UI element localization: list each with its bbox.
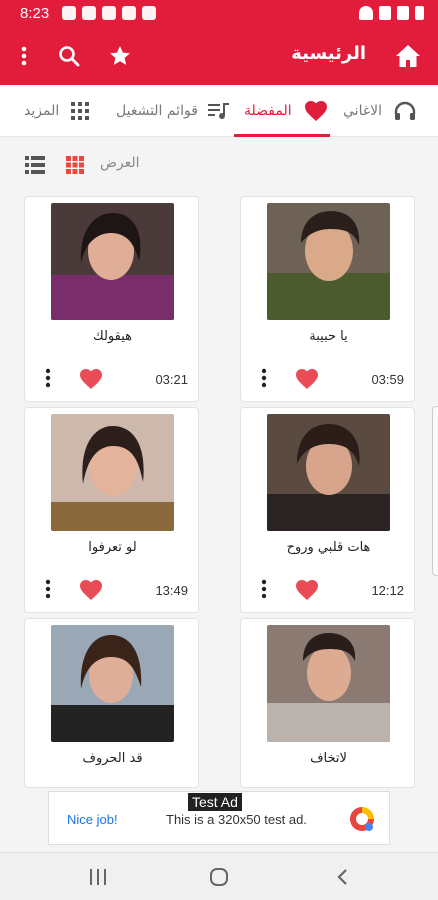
tab-bar: المزيد قوائم التشغيل المفضلة الاغاني bbox=[0, 85, 438, 137]
overflow-menu-icon bbox=[21, 46, 27, 66]
song-options-button[interactable] bbox=[45, 579, 51, 603]
list-view-icon bbox=[25, 156, 45, 174]
tab-playlists-label: قوائم التشغيل bbox=[116, 103, 198, 119]
heart-icon bbox=[80, 580, 102, 600]
signal-icon bbox=[379, 6, 391, 20]
song-duration: 13:49 bbox=[155, 583, 188, 598]
song-options-button[interactable] bbox=[261, 579, 267, 603]
chat-notification-icon bbox=[82, 6, 96, 20]
view-toggle-row: العرض bbox=[0, 137, 438, 191]
favorite-button[interactable] bbox=[79, 579, 103, 605]
overflow-menu-button[interactable] bbox=[12, 42, 36, 70]
alarm-icon bbox=[397, 6, 409, 20]
home-icon bbox=[396, 45, 420, 67]
heart-icon bbox=[296, 369, 318, 389]
wifi-icon bbox=[359, 6, 373, 20]
home-nav-button[interactable] bbox=[207, 865, 231, 889]
test-ad-label: Test Ad bbox=[188, 793, 242, 811]
tab-songs-label: الاغاني bbox=[343, 103, 383, 119]
system-nav-bar bbox=[0, 852, 438, 900]
heart-icon bbox=[80, 369, 102, 389]
pinterest-notification-icon bbox=[102, 6, 116, 20]
home-circle-icon bbox=[210, 868, 228, 886]
ad-cta[interactable]: Nice job! bbox=[67, 812, 118, 827]
heart-icon bbox=[296, 580, 318, 600]
search-icon bbox=[59, 46, 80, 67]
artist-photo bbox=[51, 203, 174, 320]
tab-favorites-label: المفضلة bbox=[244, 103, 292, 119]
playlist-icon bbox=[207, 103, 229, 119]
battery-icon bbox=[415, 6, 424, 20]
favorite-button[interactable] bbox=[295, 368, 319, 394]
grid-view-icon bbox=[66, 156, 84, 174]
tab-favorites[interactable]: المفضلة bbox=[244, 85, 328, 137]
status-time: 8:23 bbox=[20, 5, 50, 22]
song-title: يا حبيبة bbox=[309, 329, 348, 344]
more-vert-icon bbox=[261, 368, 267, 388]
song-card[interactable]: قد الحروف bbox=[24, 618, 199, 788]
song-title: قد الحروف bbox=[82, 751, 143, 766]
home-button[interactable] bbox=[393, 41, 423, 71]
heart-icon bbox=[304, 101, 327, 121]
app-notification-icon bbox=[62, 6, 76, 20]
grid-view-button[interactable] bbox=[64, 154, 86, 176]
recents-icon bbox=[90, 869, 106, 885]
song-title: لاتخاف bbox=[310, 751, 347, 766]
headphones-icon bbox=[394, 101, 416, 120]
song-title: لو تعرفوا bbox=[88, 540, 137, 555]
back-chevron-icon bbox=[337, 869, 347, 885]
more-vert-icon bbox=[45, 368, 51, 388]
star-icon bbox=[110, 46, 130, 65]
tab-playlists[interactable]: قوائم التشغيل bbox=[116, 85, 230, 137]
view-label: العرض bbox=[100, 155, 140, 171]
song-options-button[interactable] bbox=[261, 368, 267, 392]
status-bar: 8:23 bbox=[0, 0, 438, 28]
song-options-button[interactable] bbox=[45, 368, 51, 392]
app-toolbar: الرئيسية bbox=[0, 28, 438, 85]
song-card[interactable]: يا حبيبة 03:59 bbox=[240, 196, 415, 402]
tab-more-label: المزيد bbox=[24, 103, 60, 119]
favorite-button[interactable] bbox=[295, 579, 319, 605]
tab-more[interactable]: المزيد bbox=[24, 85, 90, 137]
back-button[interactable] bbox=[330, 865, 354, 889]
notification-icons bbox=[62, 6, 156, 20]
more-vert-icon bbox=[261, 579, 267, 599]
song-title: هيقولك bbox=[93, 329, 132, 344]
recents-button[interactable] bbox=[86, 865, 110, 889]
favorites-star-button[interactable] bbox=[105, 41, 135, 71]
system-icons bbox=[359, 6, 424, 20]
song-card[interactable]: هيقولك 03:21 bbox=[24, 196, 199, 402]
song-duration: 03:59 bbox=[371, 372, 404, 387]
tab-songs[interactable]: الاغاني bbox=[343, 85, 416, 137]
artist-photo bbox=[267, 203, 390, 320]
search-button[interactable] bbox=[55, 42, 83, 70]
artist-photo bbox=[267, 414, 390, 531]
side-scroll-handle[interactable] bbox=[432, 406, 438, 576]
more-vert-icon bbox=[45, 579, 51, 599]
ad-text: This is a 320x50 test ad. bbox=[166, 812, 307, 827]
song-card[interactable]: لاتخاف bbox=[240, 618, 415, 788]
song-duration: 12:12 bbox=[371, 583, 404, 598]
song-card[interactable]: لو تعرفوا 13:49 bbox=[24, 407, 199, 613]
favorite-button[interactable] bbox=[79, 368, 103, 394]
ad-logo-icon bbox=[350, 807, 374, 831]
song-duration: 03:21 bbox=[155, 372, 188, 387]
artist-photo bbox=[51, 414, 174, 531]
artist-photo bbox=[267, 625, 390, 742]
song-card[interactable]: هات قلبي وروح 12:12 bbox=[240, 407, 415, 613]
song-title: هات قلبي وروح bbox=[286, 540, 371, 555]
page-title: الرئيسية bbox=[291, 43, 366, 64]
list-view-button[interactable] bbox=[24, 154, 46, 176]
artist-photo bbox=[51, 625, 174, 742]
image-notification-icon bbox=[142, 6, 156, 20]
grid-icon bbox=[71, 102, 90, 120]
upload-notification-icon bbox=[122, 6, 136, 20]
